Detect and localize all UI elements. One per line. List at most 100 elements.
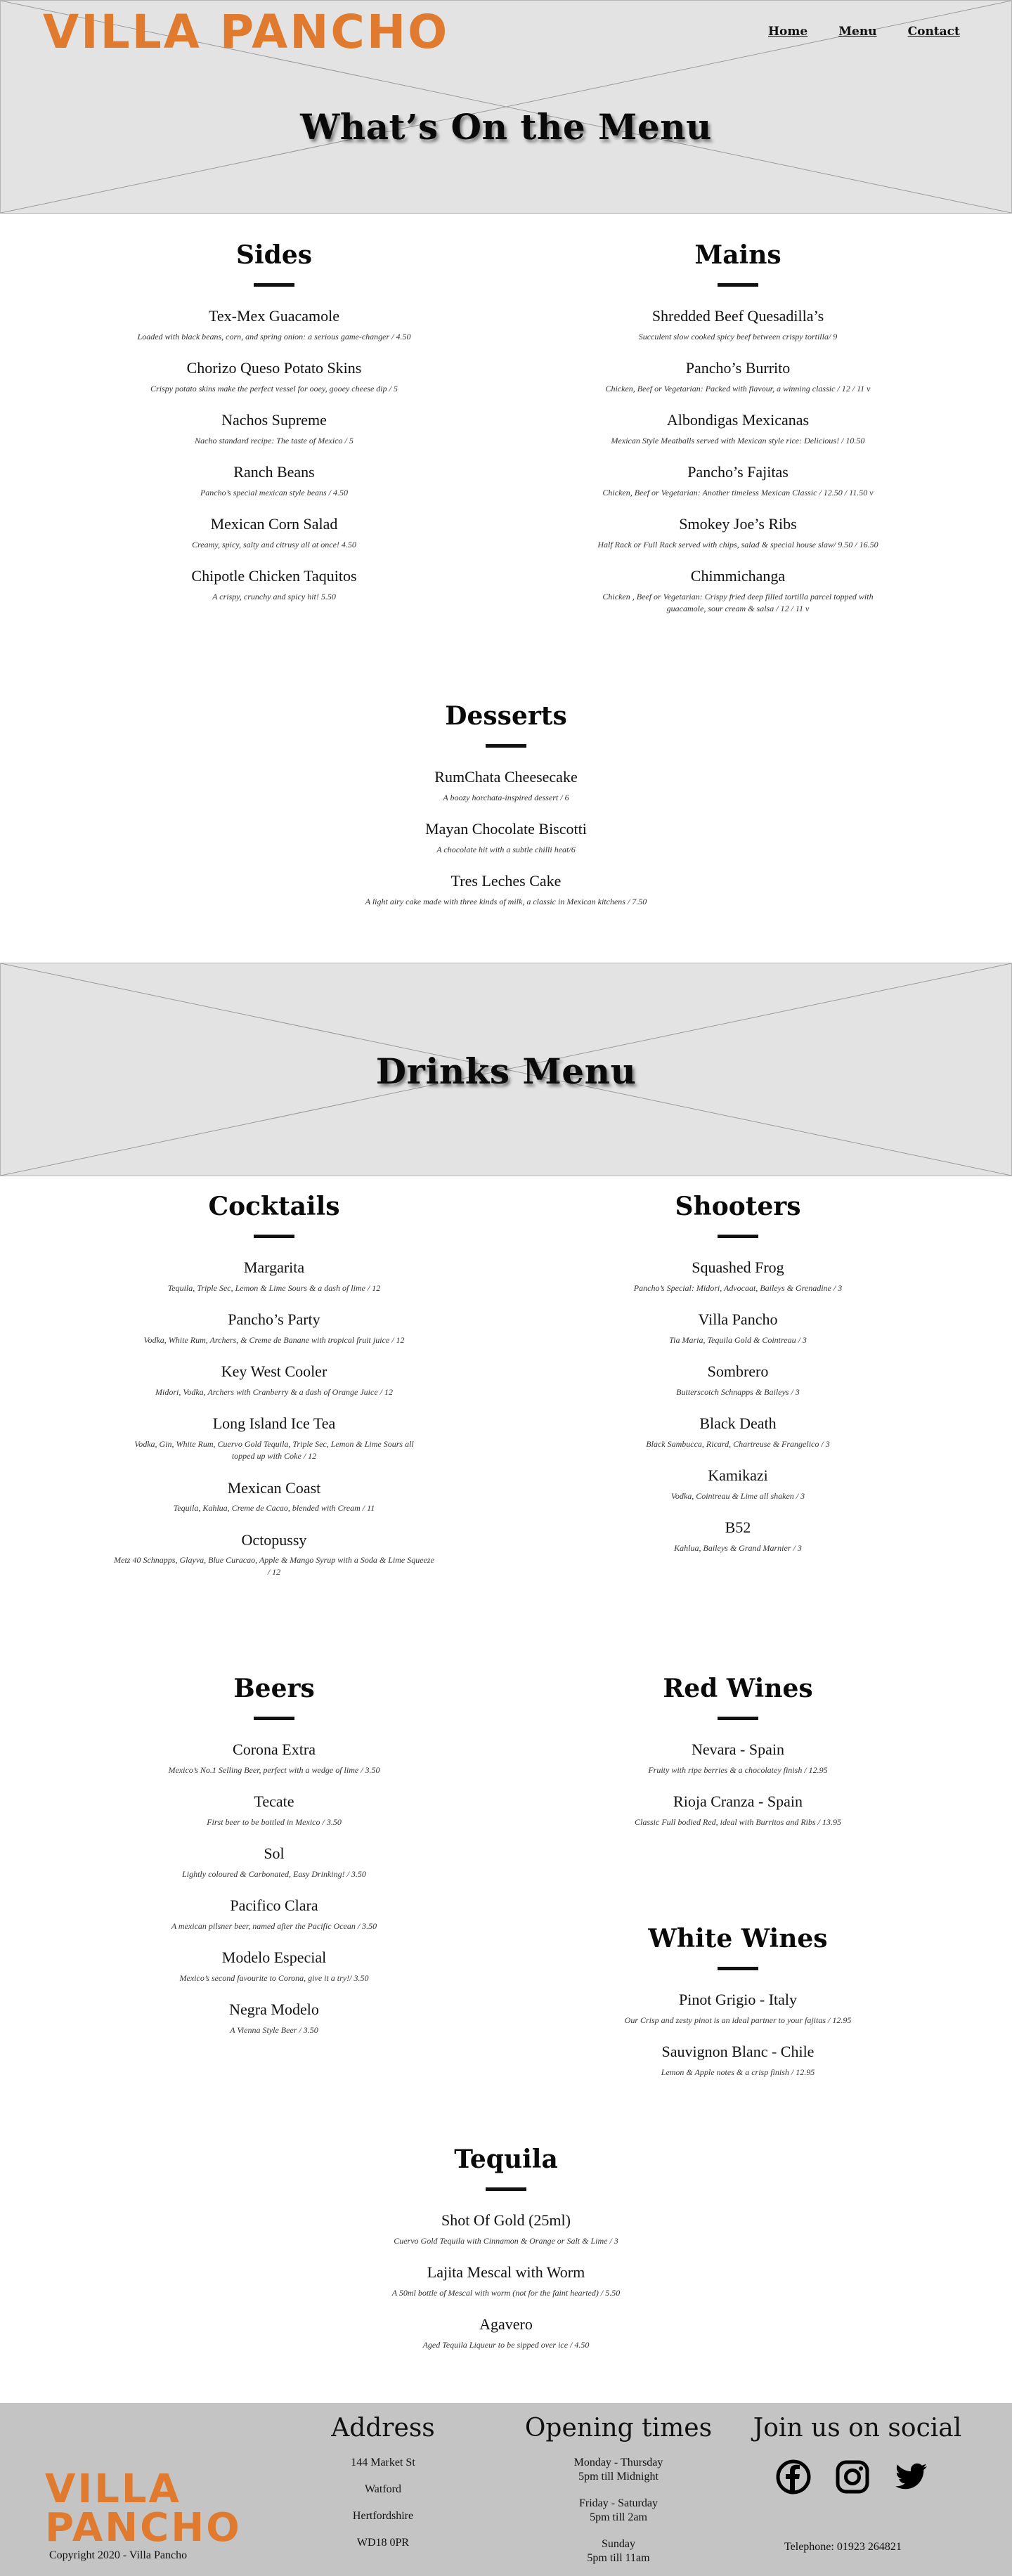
footer-social: Join us on social [738,2413,977,2443]
item-description: Vodka, Gin, White Rum, Cuervo Gold Tequi… [134,1438,414,1462]
menu-item: Octopussy Metz 40 Schnapps, Glayva, Blue … [28,1530,520,1579]
social-title: Join us on social [753,2414,962,2442]
item-description: A crispy, crunchy and spicy hit! 5.50 [212,591,336,601]
item-name: Lajita Mescal with Worm [427,2263,585,2282]
menu-item-list: Corona Extra Mexico’s No.1 Selling Beer, … [28,1740,520,2036]
section-title: Tequila [454,2145,558,2174]
menu-item: Pancho’s Burrito Chicken, Beef or Vegetar… [492,358,984,395]
section-divider [486,2187,526,2192]
item-description: A boozy horchata-inspired dessert / 6 [443,792,569,802]
section-divider [486,744,526,748]
section-title: Mains [694,240,781,270]
main-nav: Home Menu Contact [768,25,960,39]
social-links [776,2459,929,2494]
menu-item: Ranch Beans Pancho’s special mexican styl… [28,462,520,499]
address-line: WD18 0PR [356,2537,410,2549]
menu-item: Mayan Chocolate Biscotti A chocolate hit … [260,819,752,856]
menu-item-list: Pinot Grigio - Italy Our Crisp and zesty … [492,1990,984,2079]
menu-item: Chimmichanga Chicken , Beef or Vegetarian… [492,566,984,615]
menu-item: Rioja Cranza - Spain Classic Full bodied … [492,1792,984,1828]
item-description: Metz 40 Schnapps, Glayva, Blue Curacao, … [114,1555,434,1578]
section-title: Beers [233,1674,315,1703]
facebook-icon[interactable] [776,2459,811,2494]
menu-item: Smokey Joe’s Ribs Half Rack or Full Rack … [492,514,984,551]
item-name: Tecate [254,1793,294,1811]
item-description: Tequila, Kahlua, Creme de Cacao, blended… [173,1503,375,1514]
menu-item: Lajita Mescal with Worm A 50ml bottle of … [260,2263,752,2299]
item-description: Midori, Vodka, Archers with Cranberry & … [155,1386,393,1397]
item-name: Nevara - Spain [692,1741,784,1759]
item-description: First beer to be bottled in Mexico / 3.5… [207,1816,342,1827]
section-title: Shooters [675,1192,801,1221]
opening-times-title: Opening times [524,2414,713,2442]
item-name: Corona Extra [233,1741,316,1759]
nav-link-home[interactable]: Home [768,25,807,39]
footer-opening-times: Opening times Monday - Thursday 5pm till… [513,2413,724,2565]
item-description: Lightly coloured & Carbonated, Easy Drin… [182,1868,366,1879]
menu-hero-banner: VILLA PANCHO Home Menu Contact What’s On… [0,0,1012,214]
menu-item: Shredded Beef Quesadilla’s Succulent slow… [492,306,984,343]
item-name: Mayan Chocolate Biscotti [425,820,587,838]
item-description: A chocolate hit with a subtle chilli hea… [436,844,576,854]
menu-item: Villa Pancho Tia Maria, Tequila Gold & Co… [492,1310,984,1346]
item-description: Loaded with black beans, corn, and sprin… [137,331,411,341]
section-divider [254,1717,294,1721]
item-description: Our Crisp and zesty pinot is an ideal pa… [624,2015,852,2025]
item-name: Octopussy [241,1530,307,1549]
menu-item: Nachos Supreme Nacho standard recipe: The… [28,410,520,447]
item-name: Chipotle Chicken Taquitos [191,567,357,585]
drinks-title: Drinks Menu [375,1050,637,1092]
menu-item: Kamikazi Vodka, Cointreau & Lime all shak… [492,1466,984,1502]
menu-item: Tres Leches Cake A light airy cake made w… [260,871,752,908]
item-description: Vodka, Cointreau & Lime all shaken / 3 [670,1490,805,1501]
section-divider [718,1967,758,1971]
item-description: Black Sambucca, Ricard, Chartreuse & Fra… [646,1438,830,1449]
twitter-icon[interactable] [894,2459,929,2494]
copyright-text: Copyright 2020 - Villa Pancho [49,2549,188,2561]
menu-section-white-wines: White Wines Pinot Grigio - Italy Our Cris… [492,1924,984,2094]
item-name: Albondigas Mexicanas [666,411,810,429]
item-description: Lemon & Apple notes & a crisp finish / 1… [661,2067,815,2077]
footer-logo[interactable]: VILLA PANCHO [45,2470,242,2548]
instagram-icon[interactable] [835,2459,870,2494]
menu-item: B52 Kahlua, Baileys & Grand Marnier / 3 [492,1518,984,1554]
item-name: Negra Modelo [229,2001,319,2019]
hours-time: 5pm till 2am [590,2511,647,2524]
menu-item: Nevara - Spain Fruity with ripe berries &… [492,1740,984,1776]
item-description: Mexican Style Meatballs served with Mexi… [611,435,865,445]
item-description: Tia Maria, Tequila Gold & Cointreau / 3 [669,1334,807,1345]
menu-item-list: Nevara - Spain Fruity with ripe berries &… [492,1740,984,1828]
menu-item: Sombrero Butterscotch Schnapps & Baileys … [492,1362,984,1398]
header-logo[interactable]: VILLA PANCHO [43,9,449,56]
menu-item: Tecate First beer to be bottled in Mexico… [28,1792,520,1828]
hours-days: Sunday [602,2538,635,2551]
item-name: Pancho’s Fajitas [687,463,789,481]
item-description: Succulent slow cooked spicy beef between… [638,331,838,341]
item-description: Cuervo Gold Tequila with Cinnamon & Oran… [394,2235,618,2246]
menu-item: Squashed Frog Pancho’s Special: Midori, A… [492,1258,984,1294]
section-title: White Wines [648,1924,828,1953]
item-name: Tex-Mex Guacamole [209,307,339,325]
item-name: Long Island Ice Tea [212,1414,336,1433]
item-name: Chorizo Queso Potato Skins [186,359,362,377]
menu-section-shooters: Shooters Squashed Frog Pancho’s Special: … [492,1192,984,1570]
menu-item: Black Death Black Sambucca, Ricard, Chart… [492,1414,984,1450]
address-title: Address [331,2414,435,2442]
nav-link-menu[interactable]: Menu [838,25,876,39]
item-name: Sauvignon Blanc - Chile [661,2043,815,2061]
item-description: Mexico’s second favourite to Corona, giv… [179,1972,369,1983]
nav-link-contact[interactable]: Contact [908,25,960,39]
menu-item-list: Shot Of Gold (25ml) Cuervo Gold Tequila w… [260,2211,752,2351]
item-name: Margarita [243,1258,305,1277]
item-description: Nacho standard recipe: The taste of Mexi… [195,435,353,445]
item-name: Shredded Beef Quesadilla’s [651,307,824,325]
item-name: Pancho’s Burrito [685,359,791,377]
menu-item: Sauvignon Blanc - Chile Lemon & Apple not… [492,2042,984,2079]
item-name: Mexican Coast [227,1478,321,1497]
item-description: Crispy potato skins make the perfect ves… [150,383,398,393]
section-title: Red Wines [663,1674,813,1703]
item-description: Creamy, spicy, salty and citrusy all at … [192,539,356,549]
item-name: Shot Of Gold (25ml) [441,2211,571,2230]
item-description: Chicken, Beef or Vegetarian: Packed with… [605,383,871,393]
item-description: Butterscotch Schnapps & Baileys / 3 [676,1386,800,1397]
